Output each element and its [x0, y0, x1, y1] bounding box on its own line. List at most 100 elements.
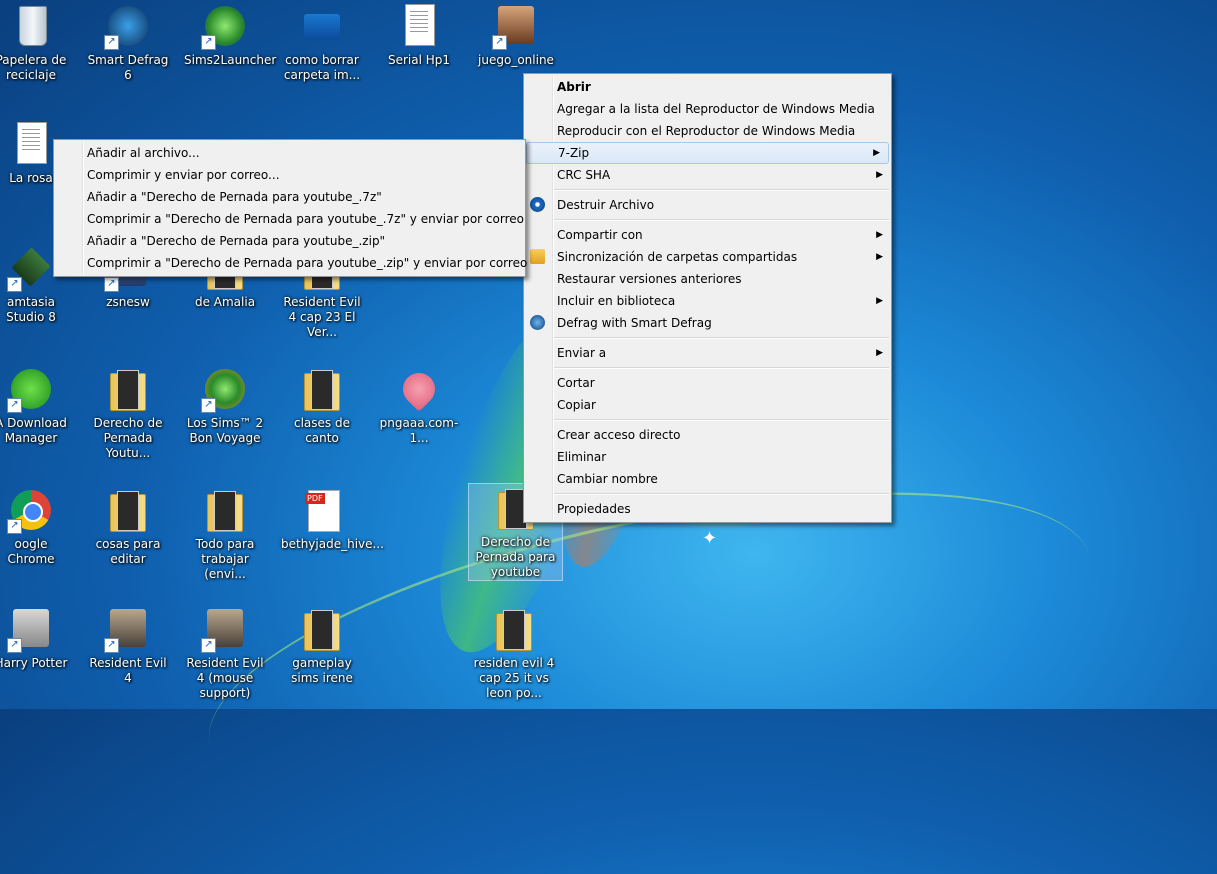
menu-item-abrir[interactable]: Abrir [524, 76, 891, 98]
menu-separator [554, 367, 889, 369]
desktop-icon-juego-online[interactable]: ↗ juego_online [475, 2, 557, 68]
menu-item-crear-acceso-directo[interactable]: Crear acceso directo [524, 424, 891, 446]
desktop-icon-smart-defrag[interactable]: ↗ Smart Defrag 6 [87, 2, 169, 83]
submenu-arrow-icon: ▶ [876, 170, 883, 180]
desktop-icon-clases-de-canto[interactable]: clases de canto [281, 365, 363, 446]
desktop-icon-residen-evil-cap25[interactable]: residen evil 4 cap 25 it vs leon po... [473, 605, 555, 701]
icon-label: pngaaa.com-1... [379, 416, 459, 445]
menu-item-enviar-a[interactable]: Enviar a ▶ [524, 342, 891, 364]
icon-label: Papelera de reciclaje [0, 53, 67, 82]
menu-item-comprimir-7z-correo[interactable]: Comprimir a "Derecho de Pernada para you… [54, 208, 525, 230]
submenu-arrow-icon: ▶ [876, 348, 883, 358]
desktop-icon-derecho-pernada-youtu[interactable]: Derecho de Pernada Youtu... [87, 365, 169, 461]
web-shortcut-icon [304, 14, 340, 40]
menu-item-anadir-7z[interactable]: Añadir a "Derecho de Pernada para youtub… [54, 186, 525, 208]
menu-item-comprimir-zip-correo[interactable]: Comprimir a "Derecho de Pernada para you… [54, 252, 527, 274]
desktop-icon-resident-evil-4-mouse[interactable]: ↗ Resident Evil 4 (mouse support) [184, 605, 266, 701]
destroy-file-icon [530, 197, 545, 212]
menu-item-reproducir-wmp[interactable]: Reproducir con el Reproductor de Windows… [524, 120, 891, 142]
desktop-icon-todo-para-trabajar[interactable]: Todo para trabajar (envi... [184, 486, 266, 582]
icon-label: Todo para trabajar (envi... [195, 537, 255, 581]
desktop-icon-ea-download-manager[interactable]: ↗ A Download Manager [0, 365, 72, 446]
icon-label: Sims2Launcher [184, 53, 277, 67]
icon-label: amtasia Studio 8 [6, 295, 56, 324]
submenu-7zip: Añadir al archivo... Comprimir y enviar … [53, 139, 527, 277]
menu-item-7zip[interactable]: 7-Zip ▶ [526, 142, 889, 164]
menu-item-label: Añadir al archivo... [87, 146, 200, 160]
menu-item-incluir-biblioteca[interactable]: Incluir en biblioteca ▶ [524, 290, 891, 312]
folder-icon [304, 370, 340, 411]
icon-label: gameplay sims irene [291, 656, 353, 685]
desktop-icon-sims2-bon-voyage[interactable]: ↗ Los Sims™ 2 Bon Voyage [184, 365, 266, 446]
folder-icon [304, 610, 340, 651]
menu-item-anadir-al-archivo[interactable]: Añadir al archivo... [54, 142, 525, 164]
icon-label: Derecho de Pernada para youtube [475, 535, 556, 579]
icon-label: Harry Potter [0, 656, 68, 670]
icon-label: Derecho de Pernada Youtu... [93, 416, 163, 460]
menu-item-restaurar-versiones[interactable]: Restaurar versiones anteriores [524, 268, 891, 290]
desktop-icon-cosas-para-editar[interactable]: cosas para editar [87, 486, 169, 567]
icon-label: residen evil 4 cap 25 it vs leon po... [473, 656, 555, 700]
folder-icon [496, 610, 532, 651]
menu-item-comprimir-enviar-correo[interactable]: Comprimir y enviar por correo... [54, 164, 525, 186]
menu-separator [554, 189, 889, 191]
submenu-arrow-icon: ▶ [876, 296, 883, 306]
menu-item-label: Crear acceso directo [557, 428, 681, 442]
menu-separator [554, 337, 889, 339]
menu-item-compartir-con[interactable]: Compartir con ▶ [524, 224, 891, 246]
wallpaper-sparkle: ✦ [702, 528, 718, 549]
menu-item-defrag-smart-defrag[interactable]: Defrag with Smart Defrag [524, 312, 891, 334]
desktop-icon-gameplay-sims-irene[interactable]: gameplay sims irene [281, 605, 363, 686]
folder-icon [110, 370, 146, 411]
menu-item-agregar-lista-wmp[interactable]: Agregar a la lista del Reproductor de Wi… [524, 98, 891, 120]
icon-label: Serial Hp1 [387, 53, 451, 67]
menu-item-propiedades[interactable]: Propiedades [524, 498, 891, 520]
icon-label: Resident Evil 4 [89, 656, 167, 685]
shortcut-arrow-icon: ↗ [201, 398, 216, 413]
menu-item-label: CRC SHA [557, 168, 611, 182]
menu-separator [554, 219, 889, 221]
smart-defrag-icon [530, 315, 545, 330]
icon-label: clases de canto [294, 416, 350, 445]
menu-item-label: Destruir Archivo [557, 198, 655, 212]
shortcut-arrow-icon: ↗ [104, 35, 119, 50]
icon-label: Smart Defrag 6 [87, 53, 169, 82]
desktop-icon-pngaaa[interactable]: pngaaa.com-1... [378, 365, 460, 446]
desktop-icon-serial-hp1[interactable]: Serial Hp1 [378, 2, 460, 68]
desktop-icon-bethyjade[interactable]: PDF bethyjade_hive... [281, 486, 384, 552]
menu-item-sincronizacion[interactable]: Sincronización de carpetas compartidas ▶ [524, 246, 891, 268]
menu-item-label: Cortar [557, 376, 595, 390]
menu-separator [554, 419, 889, 421]
icon-label: Resident Evil 4 (mouse support) [186, 656, 264, 700]
shortcut-arrow-icon: ↗ [104, 277, 119, 292]
desktop-icon-google-chrome[interactable]: ↗ oogle Chrome [0, 486, 72, 567]
menu-item-copiar[interactable]: Copiar [524, 394, 891, 416]
pdf-icon: PDF [305, 490, 340, 532]
menu-separator [554, 493, 889, 495]
desktop-icon-recycle-bin[interactable]: Papelera de reciclaje [0, 2, 72, 83]
heart-image-icon [396, 366, 442, 412]
menu-item-label: Comprimir y enviar por correo... [87, 168, 280, 182]
desktop-icon-resident-evil-4[interactable]: ↗ Resident Evil 4 [87, 605, 169, 686]
desktop-icon-harry-potter[interactable]: ↗ Harry Potter [0, 605, 72, 671]
icon-label: A Download Manager [0, 416, 67, 445]
icon-label: oogle Chrome [7, 537, 55, 566]
icon-label: Los Sims™ 2 Bon Voyage [186, 416, 264, 445]
menu-item-anadir-zip[interactable]: Añadir a "Derecho de Pernada para youtub… [54, 230, 525, 252]
menu-item-eliminar[interactable]: Eliminar [524, 446, 891, 468]
word-document-icon [17, 122, 47, 164]
menu-item-label: Propiedades [557, 502, 631, 516]
folder-icon [110, 491, 146, 532]
menu-item-label: Abrir [557, 80, 591, 94]
menu-item-cambiar-nombre[interactable]: Cambiar nombre [524, 468, 891, 490]
menu-item-destruir-archivo[interactable]: Destruir Archivo [524, 194, 891, 216]
context-menu: Abrir Agregar a la lista del Reproductor… [523, 73, 892, 523]
desktop-icon-sims2launcher[interactable]: ↗ Sims2Launcher [184, 2, 277, 68]
menu-item-label: Restaurar versiones anteriores [557, 272, 742, 286]
icon-label: como borrar carpeta im... [283, 53, 361, 82]
menu-item-cortar[interactable]: Cortar [524, 372, 891, 394]
desktop-icon-como-borrar[interactable]: como borrar carpeta im... [281, 2, 363, 83]
menu-item-crc-sha[interactable]: CRC SHA ▶ [524, 164, 891, 186]
menu-item-label: Añadir a "Derecho de Pernada para youtub… [87, 190, 382, 204]
menu-item-label: Sincronización de carpetas compartidas [557, 250, 798, 264]
